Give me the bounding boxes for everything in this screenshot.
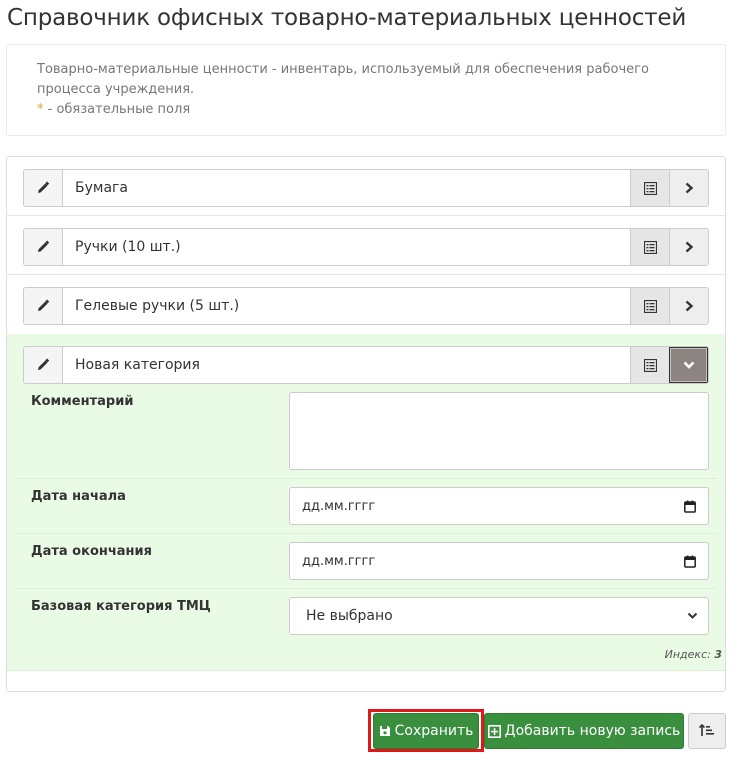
start-date-input[interactable]: дд.мм.гггг: [289, 487, 709, 525]
pencil-icon: [36, 240, 50, 254]
chevron-right-icon: [684, 182, 694, 194]
category-name[interactable]: Бумага: [63, 170, 630, 206]
end-date-label: Дата окончания: [31, 544, 152, 559]
expand-button[interactable]: [669, 288, 708, 324]
chevron-right-icon: [684, 300, 694, 312]
base-category-label: Базовая категория ТМЦ: [31, 599, 211, 614]
pencil-icon: [36, 358, 50, 372]
comment-textarea[interactable]: [289, 392, 709, 470]
floppy-disk-icon: [379, 725, 391, 737]
calendar-icon[interactable]: [684, 500, 696, 513]
edit-button[interactable]: [24, 347, 63, 383]
save-label: Сохранить: [394, 723, 474, 739]
collapse-button[interactable]: [669, 347, 708, 383]
comment-row: Комментарий: [15, 384, 717, 479]
expand-button[interactable]: [669, 170, 708, 206]
list-button[interactable]: [630, 229, 669, 265]
category-item: Ручки (10 шт.): [23, 228, 709, 266]
info-box: Товарно-материальные ценности - инвентар…: [6, 44, 726, 136]
list-button[interactable]: [630, 347, 669, 383]
page-title: Справочник офисных товарно-материальных …: [7, 5, 687, 31]
end-date-row: Дата окончания дд.мм.гггг: [15, 534, 717, 589]
add-record-button[interactable]: Добавить новую запись: [484, 713, 684, 749]
category-row: Ручки (10 шт.): [7, 216, 725, 275]
base-category-row: Базовая категория ТМЦ Не выбрано: [15, 589, 717, 669]
calendar-icon[interactable]: [684, 555, 696, 568]
end-date-input[interactable]: дд.мм.гггг: [289, 542, 709, 580]
list-button[interactable]: [630, 170, 669, 206]
comment-label: Комментарий: [31, 394, 134, 409]
list-button[interactable]: [630, 288, 669, 324]
edit-button[interactable]: [24, 170, 63, 206]
sort-button[interactable]: [688, 713, 726, 749]
base-category-select[interactable]: Не выбрано: [289, 597, 709, 635]
start-date-placeholder: дд.мм.гггг: [302, 498, 376, 514]
category-item: Новая категория: [23, 346, 709, 384]
category-list: Бумага Ручки (10 шт.) Гелевые ручки (5 ш…: [6, 156, 726, 692]
chevron-down-icon: [683, 360, 695, 370]
add-record-label: Добавить новую запись: [504, 723, 681, 739]
start-date-label: Дата начала: [31, 489, 126, 504]
required-note: * - обязательные поля: [37, 102, 191, 117]
category-row: Гелевые ручки (5 шт.): [7, 275, 725, 334]
expand-button[interactable]: [669, 229, 708, 265]
info-description: Товарно-материальные ценности - инвентар…: [37, 62, 649, 97]
list-icon: [643, 358, 657, 372]
list-icon: [643, 240, 657, 254]
save-button[interactable]: Сохранить: [373, 713, 479, 749]
chevron-right-icon: [684, 241, 694, 253]
category-name[interactable]: Новая категория: [63, 347, 630, 383]
base-category-value: Не выбрано: [306, 608, 393, 624]
list-icon: [643, 181, 657, 195]
pencil-icon: [36, 299, 50, 313]
category-item: Гелевые ручки (5 шт.): [23, 287, 709, 325]
list-icon: [643, 299, 657, 313]
end-date-placeholder: дд.мм.гггг: [302, 553, 376, 569]
plus-square-icon: [487, 724, 501, 738]
edit-button[interactable]: [24, 288, 63, 324]
pencil-icon: [36, 181, 50, 195]
sort-amount-icon: [699, 724, 715, 738]
category-name[interactable]: Ручки (10 шт.): [63, 229, 630, 265]
index-indicator: Индекс: 3: [664, 648, 722, 661]
category-item: Бумага: [23, 169, 709, 207]
index-value: 3: [714, 648, 722, 661]
category-name[interactable]: Гелевые ручки (5 шт.): [63, 288, 630, 324]
start-date-row: Дата начала дд.мм.гггг: [15, 479, 717, 534]
category-row: Бумага: [7, 157, 725, 216]
chevron-down-icon: [687, 612, 698, 620]
edit-button[interactable]: [24, 229, 63, 265]
